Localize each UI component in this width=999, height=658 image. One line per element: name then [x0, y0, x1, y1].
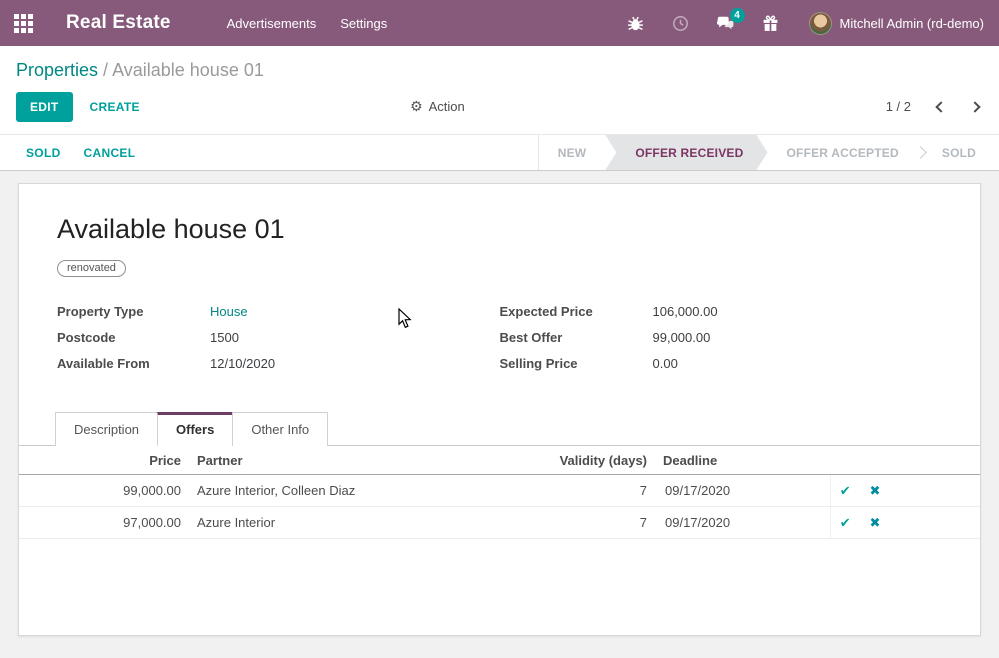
field-column-left: Property Type House Postcode 1500 Availa… — [57, 304, 500, 382]
control-panel-buttons: EDIT CREATE ⚙ Action 1 / 2 — [0, 91, 999, 122]
field-value-best-offer: 99,000.00 — [653, 330, 711, 345]
tag-renovated[interactable]: renovated — [57, 260, 126, 277]
create-button[interactable]: CREATE — [90, 100, 140, 114]
menu-settings[interactable]: Settings — [340, 12, 387, 35]
offer-1-validity[interactable]: 7 — [485, 475, 655, 507]
cancel-button[interactable]: CANCEL — [84, 146, 136, 160]
navbar-right: 4 Mitchell Admin (rd-demo) — [599, 12, 985, 35]
column-header-partner[interactable]: Partner — [189, 446, 485, 475]
action-menu[interactable]: ⚙ Action — [410, 98, 465, 115]
action-label: Action — [429, 99, 465, 114]
record-title: Available house 01 — [57, 214, 942, 245]
message-count-badge: 4 — [730, 8, 745, 23]
pager: 1 / 2 — [886, 99, 979, 114]
accept-offer-icon[interactable]: ✔ — [840, 515, 851, 530]
top-navbar: Real Estate Advertisements Settings — [0, 0, 999, 46]
edit-button[interactable]: EDIT — [16, 92, 73, 122]
pager-value[interactable]: 1 / 2 — [886, 99, 911, 114]
app-brand[interactable]: Real Estate — [66, 12, 171, 34]
offer-1-deadline[interactable]: 09/17/2020 — [655, 475, 830, 507]
field-group: Property Type House Postcode 1500 Availa… — [57, 304, 942, 382]
offer-2-deadline[interactable]: 09/17/2020 — [655, 507, 830, 539]
user-name[interactable]: Mitchell Admin (rd-demo) — [840, 16, 985, 31]
breadcrumb: Properties / Available house 01 — [0, 56, 999, 91]
field-label-selling-price: Selling Price — [500, 356, 653, 371]
field-label-best-offer: Best Offer — [500, 330, 653, 345]
column-header-price[interactable]: Price — [19, 446, 189, 475]
offers-table: Price Partner Validity (days) Deadline 9… — [19, 446, 980, 539]
user-avatar[interactable] — [809, 12, 832, 35]
field-label-expected-price: Expected Price — [500, 304, 653, 319]
state-offer-accepted[interactable]: OFFER ACCEPTED — [768, 135, 918, 170]
refuse-offer-icon[interactable]: ✖ — [870, 483, 881, 498]
column-header-deadline[interactable]: Deadline — [655, 446, 830, 475]
breadcrumb-properties[interactable]: Properties — [16, 60, 98, 80]
column-header-validity[interactable]: Validity (days) — [485, 446, 655, 475]
offer-row-2[interactable]: 97,000.00 Azure Interior 7 09/17/2020 ✔ … — [19, 507, 980, 539]
offer-2-price[interactable]: 97,000.00 — [19, 507, 189, 539]
state-sold[interactable]: SOLD — [923, 135, 995, 170]
field-value-available-from: 12/10/2020 — [210, 356, 275, 371]
gift-icon[interactable] — [762, 15, 779, 32]
tab-description[interactable]: Description — [55, 412, 158, 446]
main-menus: Advertisements Settings — [227, 12, 388, 35]
offer-1-partner[interactable]: Azure Interior, Colleen Diaz — [189, 475, 485, 507]
breadcrumb-current: Available house 01 — [112, 60, 264, 80]
field-label-available-from: Available From — [57, 356, 210, 371]
statusbar-buttons: SOLD CANCEL — [0, 135, 538, 170]
form-sheet: Available house 01 renovated Property Ty… — [18, 183, 981, 636]
debug-bug-icon[interactable] — [627, 15, 644, 32]
field-value-expected-price: 106,000.00 — [653, 304, 718, 319]
field-label-postcode: Postcode — [57, 330, 210, 345]
tab-other-info[interactable]: Other Info — [232, 412, 328, 446]
apps-menu-icon[interactable] — [14, 14, 33, 33]
offer-2-validity[interactable]: 7 — [485, 507, 655, 539]
control-panel: Properties / Available house 01 EDIT CRE… — [0, 46, 999, 135]
field-label-property-type: Property Type — [57, 304, 210, 319]
state-new[interactable]: NEW — [539, 135, 606, 170]
breadcrumb-separator: / — [98, 60, 112, 80]
pager-previous-icon[interactable] — [935, 101, 946, 112]
status-pipeline: NEW OFFER RECEIVED OFFER ACCEPTED SOLD — [538, 135, 999, 170]
offer-2-partner[interactable]: Azure Interior — [189, 507, 485, 539]
offer-1-price[interactable]: 99,000.00 — [19, 475, 189, 507]
sold-button[interactable]: SOLD — [26, 146, 61, 160]
field-value-selling-price: 0.00 — [653, 356, 678, 371]
app-window: Real Estate Advertisements Settings — [0, 0, 999, 658]
gear-icon: ⚙ — [410, 98, 423, 115]
messages-chat-icon[interactable]: 4 — [717, 15, 734, 32]
notebook: Description Offers Other Info Price Part… — [19, 412, 980, 539]
form-view: Available house 01 renovated Property Ty… — [0, 171, 999, 636]
offer-row-1[interactable]: 99,000.00 Azure Interior, Colleen Diaz 7… — [19, 475, 980, 507]
tab-bar: Description Offers Other Info — [19, 412, 980, 446]
field-column-right: Expected Price 106,000.00 Best Offer 99,… — [500, 304, 943, 382]
accept-offer-icon[interactable]: ✔ — [840, 483, 851, 498]
statusbar: SOLD CANCEL NEW OFFER RECEIVED OFFER ACC… — [0, 135, 999, 171]
activities-clock-icon[interactable] — [672, 15, 689, 32]
field-value-property-type[interactable]: House — [210, 304, 248, 319]
offers-table-header: Price Partner Validity (days) Deadline — [19, 446, 980, 475]
state-offer-received[interactable]: OFFER RECEIVED — [605, 135, 767, 170]
tab-offers[interactable]: Offers — [157, 412, 233, 446]
pager-next-icon[interactable] — [969, 101, 980, 112]
menu-advertisements[interactable]: Advertisements — [227, 12, 317, 35]
field-value-postcode: 1500 — [210, 330, 239, 345]
refuse-offer-icon[interactable]: ✖ — [870, 515, 881, 530]
